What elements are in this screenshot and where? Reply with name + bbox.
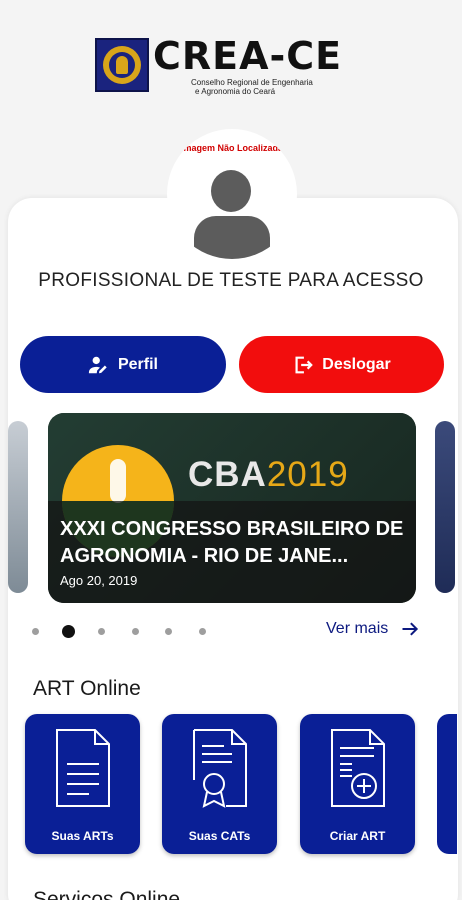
certificate-icon (193, 729, 247, 808)
art-online-title: ART Online (33, 677, 141, 700)
logout-icon (295, 356, 314, 373)
pagination-dot[interactable] (199, 628, 206, 635)
more-art-tile[interactable] (437, 714, 457, 854)
perfil-button[interactable]: Perfil (20, 336, 226, 393)
deslogar-button-label: Deslogar (322, 355, 391, 373)
suas-cats-tile[interactable]: Suas CATs (162, 714, 277, 854)
servicos-online-title: Serviços Online (33, 888, 181, 900)
crea-ce-logo: CREA-CE Conselho Regional de Engenharia … (95, 34, 375, 96)
deslogar-button[interactable]: Deslogar (239, 336, 444, 393)
ver-mais-label: Ver mais (326, 620, 389, 637)
criar-art-label: Criar ART (329, 829, 386, 843)
suas-arts-tile[interactable]: Suas ARTs (25, 714, 140, 854)
user-edit-icon (88, 356, 107, 373)
logo-title: CREA-CE (153, 34, 343, 78)
ver-mais-link[interactable]: Ver mais (326, 619, 420, 639)
carousel-prev-slide[interactable] (8, 421, 28, 593)
arrow-right-icon (402, 622, 419, 636)
criar-art-tile[interactable]: Criar ART (300, 714, 415, 854)
add-document-icon (331, 729, 385, 807)
suas-cats-label: Suas CATs (188, 829, 251, 843)
pagination-dot-active[interactable] (62, 625, 75, 638)
carousel-next-slide[interactable] (435, 421, 455, 593)
pagination-dot[interactable] (132, 628, 139, 635)
perfil-button-label: Perfil (117, 355, 158, 373)
avatar[interactable]: Imagem Não Localizada (167, 129, 297, 259)
suas-arts-label: Suas ARTs (51, 829, 114, 843)
news-slide[interactable]: CBA2019 XXXI CONGRESSO BRASILEIRO DE AGR… (48, 413, 416, 603)
logo-subtitle: Conselho Regional de Engenharia e Agrono… (191, 78, 313, 96)
news-title: XXXI CONGRESSO BRASILEIRO DE AGRONOMIA -… (60, 518, 404, 567)
pagination-dot[interactable] (32, 628, 39, 635)
wheat-icon (110, 459, 126, 503)
news-date: Ago 20, 2019 (60, 573, 138, 588)
document-icon (56, 729, 110, 807)
avatar-alt-text: Imagem Não Localizada (180, 143, 284, 153)
slide-brand: CBA2019 (188, 455, 349, 494)
crea-emblem-icon (95, 38, 149, 92)
user-name: PROFISSIONAL DE TESTE PARA ACESSO (38, 270, 424, 291)
pagination-dot[interactable] (165, 628, 172, 635)
pagination-dot[interactable] (98, 628, 105, 635)
avatar-placeholder-icon (211, 170, 251, 212)
